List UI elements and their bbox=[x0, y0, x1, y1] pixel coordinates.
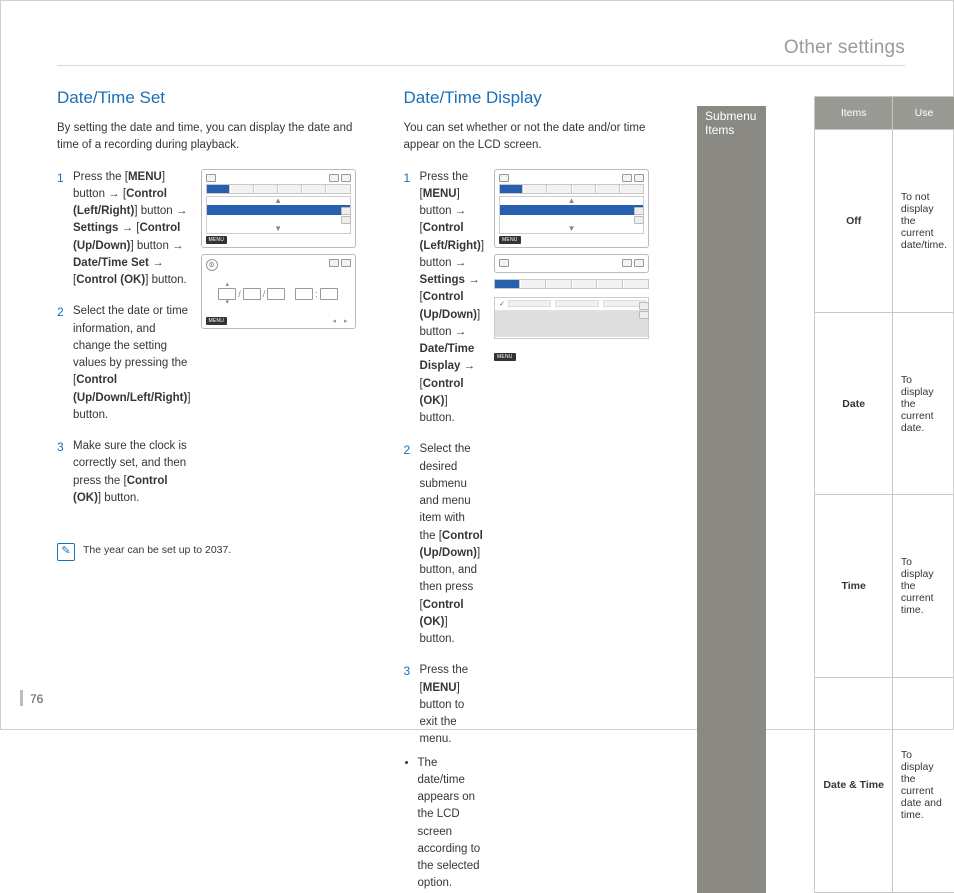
step-2-right: Select the desired submenu and menu item… bbox=[404, 441, 485, 648]
side-icon bbox=[341, 216, 351, 224]
submenu-table: Items Use On-screen display Off To not d… bbox=[814, 96, 954, 893]
battery-icon bbox=[341, 259, 351, 267]
menu-label: MENU bbox=[206, 236, 228, 244]
time-field bbox=[320, 288, 338, 300]
th-use: Use bbox=[892, 97, 954, 130]
chevron-up-icon: ▲ bbox=[500, 197, 643, 205]
time-field bbox=[295, 288, 313, 300]
chevron-down-icon: ▾ bbox=[225, 300, 229, 306]
page-header: Other settings bbox=[57, 37, 905, 66]
table-row: Date To display the current date. 01/JAN… bbox=[815, 312, 954, 495]
section-title-left: Date/Time Set bbox=[57, 88, 356, 108]
lcd-figure-submenu bbox=[494, 254, 649, 273]
tab-row bbox=[206, 184, 351, 194]
date-field bbox=[243, 288, 261, 300]
right-column: Date/Time Display You can set whether or… bbox=[404, 88, 650, 893]
chevron-down-icon: ▼ bbox=[207, 225, 350, 233]
chevron-up-icon: ▴ bbox=[225, 282, 229, 288]
chevron-down-icon: ▼ bbox=[500, 225, 643, 233]
chevron-up-icon: ▲ bbox=[207, 197, 350, 205]
battery-icon bbox=[634, 174, 644, 182]
check-icon: ✓ bbox=[498, 300, 506, 308]
table-row: Off To not display the current date/time… bbox=[815, 130, 954, 313]
card-icon bbox=[329, 259, 339, 267]
date-edit-row: ▴▾ / / : bbox=[206, 273, 351, 315]
date-field bbox=[218, 288, 236, 300]
step-3-sublist: The date/time appears on the LCD screen … bbox=[404, 755, 485, 893]
step-2-left: Select the date or time information, and… bbox=[57, 303, 191, 424]
menu-row-selected bbox=[207, 205, 350, 215]
home-icon bbox=[499, 259, 509, 267]
left-column: Date/Time Set By setting the date and ti… bbox=[57, 88, 356, 893]
gear-icon: ⚙ bbox=[206, 259, 218, 271]
lcd-figure-settings: ▲ ▼ MENU bbox=[494, 169, 649, 248]
intro-right: You can set whether or not the date and/… bbox=[404, 120, 650, 155]
table-row: Date & Time To display the current date … bbox=[815, 678, 954, 892]
lcd-figure-date-edit: ⚙ ▴▾ / / : bbox=[201, 254, 356, 329]
figures-left: ▲ ▼ MENU ⚙ bbox=[201, 169, 356, 329]
tab-active bbox=[207, 185, 230, 193]
page-number: 76 bbox=[30, 692, 43, 706]
side-icon bbox=[341, 207, 351, 215]
intro-left: By setting the date and time, you can di… bbox=[57, 120, 356, 155]
card-icon bbox=[622, 174, 632, 182]
submenu-list: ✓ bbox=[494, 297, 649, 339]
menu-label: MENU bbox=[206, 317, 228, 325]
manual-page: Other settings Date/Time Set By setting … bbox=[0, 0, 954, 730]
menu-list: ▲ ▼ bbox=[206, 196, 351, 234]
left-right-icon: ◂ ▸ bbox=[333, 317, 351, 325]
menu-label: MENU bbox=[494, 353, 516, 361]
note-text-left: The year can be set up to 2037. bbox=[83, 543, 356, 558]
home-icon bbox=[206, 174, 216, 182]
step-3-right: Press the [MENU] button to exit the menu… bbox=[404, 662, 485, 748]
section-title-right: Date/Time Display bbox=[404, 88, 650, 108]
lcd-figure-settings: ▲ ▼ MENU bbox=[201, 169, 356, 248]
step-3-left: Make sure the clock is correctly set, an… bbox=[57, 438, 191, 507]
menu-label: MENU bbox=[499, 236, 521, 244]
th-items: Items bbox=[815, 97, 893, 130]
steps-right: Press the [MENU] button → [Control (Left… bbox=[404, 169, 485, 749]
step-3-bullet: The date/time appears on the LCD screen … bbox=[418, 755, 485, 893]
card-icon bbox=[329, 174, 339, 182]
table-row: Time To display the current time. 00:00 bbox=[815, 495, 954, 678]
submenu-heading: Submenu Items bbox=[697, 106, 766, 893]
home-icon bbox=[499, 174, 509, 182]
note-left: ✎ The year can be set up to 2037. bbox=[57, 543, 356, 561]
date-field bbox=[267, 288, 285, 300]
note-icon: ✎ bbox=[57, 543, 75, 561]
step-1-right: Press the [MENU] button → [Control (Left… bbox=[404, 169, 485, 428]
steps-left: Press the [MENU] button → [Control (Left… bbox=[57, 169, 191, 508]
battery-icon bbox=[341, 174, 351, 182]
step-1-left: Press the [MENU] button → [Control (Left… bbox=[57, 169, 191, 290]
figures-right: ▲ ▼ MENU ✓ bbox=[494, 169, 649, 363]
